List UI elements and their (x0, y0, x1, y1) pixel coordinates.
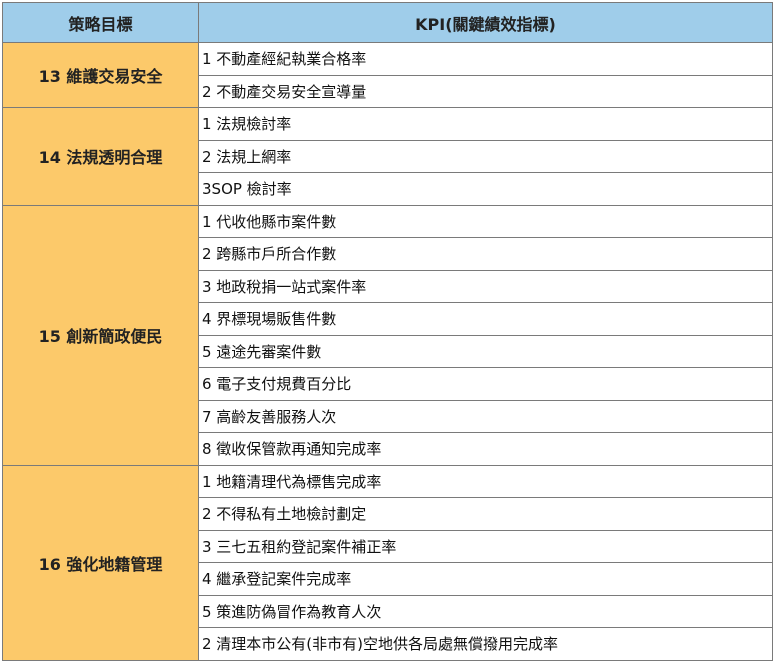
kpi-cell: 3SOP 檢討率 (198, 172, 773, 206)
header-goal: 策略目標 (2, 2, 199, 43)
header-row: 策略目標 KPI(關鍵績效指標) (2, 2, 773, 43)
table-row: 13 維護交易安全 1 不動產經紀執業合格率 (2, 42, 773, 108)
goal-cell: 15 創新簡政便民 (2, 204, 199, 466)
kpi-cell: 1 代收他縣市案件數 (198, 204, 773, 238)
table-row: 16 強化地籍管理 1 地籍清理代為標售完成率 (2, 464, 773, 661)
kpi-cell: 4 繼承登記案件完成率 (198, 562, 773, 596)
kpi-cell: 1 地籍清理代為標售完成率 (198, 464, 773, 498)
kpi-table: 策略目標 KPI(關鍵績效指標) 13 維護交易安全 1 不動產經紀執業合格率 … (2, 2, 773, 661)
kpi-cell: 6 電子支付規費百分比 (198, 367, 773, 401)
kpi-cell: 7 高齡友善服務人次 (198, 399, 773, 433)
goal-cell: 14 法規透明合理 (2, 107, 199, 206)
kpi-cell: 2 清理本市公有(非市有)空地供各局處無償撥用完成率 (198, 627, 773, 661)
kpi-cell: 5 策進防偽冒作為教育人次 (198, 594, 773, 628)
table-row: 14 法規透明合理 1 法規檢討率 (2, 107, 773, 206)
goal-cell: 13 維護交易安全 (2, 42, 199, 108)
kpi-cell: 1 不動產經紀執業合格率 (198, 42, 773, 76)
table-body: 13 維護交易安全 1 不動產經紀執業合格率 2 不動產交易安全宣導量 14 法… (2, 42, 773, 661)
kpi-cell: 8 徵收保管款再通知完成率 (198, 432, 773, 466)
table-row: 15 創新簡政便民 1 代收他縣市案件數 (2, 204, 773, 466)
kpi-cell: 2 法規上網率 (198, 139, 773, 173)
kpi-cell: 4 界標現場販售件數 (198, 302, 773, 336)
kpi-cell: 2 不得私有土地檢討劃定 (198, 497, 773, 531)
goal-cell: 16 強化地籍管理 (2, 464, 199, 661)
kpi-cell: 3 三七五租約登記案件補正率 (198, 529, 773, 563)
kpi-cell: 5 遠途先審案件數 (198, 334, 773, 368)
header-kpi: KPI(關鍵績效指標) (198, 2, 773, 43)
kpi-cell: 2 不動產交易安全宣導量 (198, 74, 773, 108)
kpi-cell: 2 跨縣市戶所合作數 (198, 237, 773, 271)
kpi-cell: 1 法規檢討率 (198, 107, 773, 141)
kpi-cell: 3 地政稅捐一站式案件率 (198, 269, 773, 303)
